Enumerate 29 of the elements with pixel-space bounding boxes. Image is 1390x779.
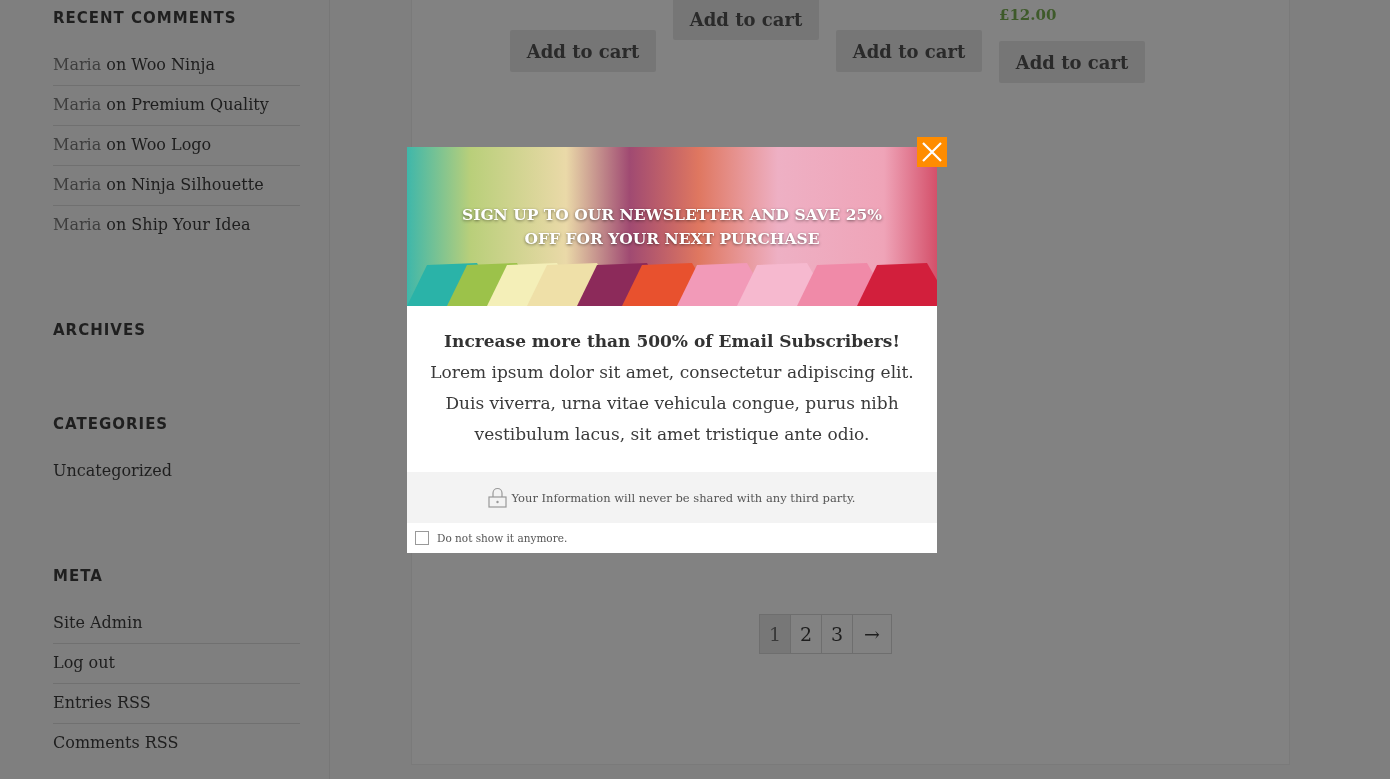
widget-heading: RECENT COMMENTS	[53, 8, 238, 28]
page-link[interactable]: →	[852, 615, 891, 653]
sidebar-link[interactable]: Site Admin	[53, 613, 143, 632]
comment-entry: Maria on Premium Quality	[53, 95, 269, 114]
sidebar-link[interactable]: Uncategorized	[53, 461, 172, 480]
sidebar-link[interactable]: Log out	[53, 653, 115, 672]
add-to-cart-button[interactable]: Add to cart	[510, 30, 656, 72]
comment-entry: Maria on Woo Logo	[53, 135, 212, 154]
privacy-note: Your Information will never be shared with any third party.	[511, 490, 856, 505]
add-to-cart-button[interactable]: Add to cart	[673, 0, 819, 40]
widget-heading: ARCHIVES	[53, 320, 147, 340]
sidebar-link[interactable]: Entries RSS	[53, 693, 151, 712]
sidebar-link[interactable]: Comments RSS	[53, 733, 179, 752]
comment-entry: Maria on Ship Your Idea	[53, 215, 251, 234]
checkbox-label: Do not show it anymore.	[437, 532, 568, 544]
popup-body-text: Increase more than 500% of Email Subscribers! Lorem ipsum dolor sit amet, consectetur adipiscing elit. Duis viverra, urna vitae vehicula congue, purus nibh vestibulum lacus, sit amet tristique ante odio.	[429, 330, 915, 446]
product-price: £12.00	[999, 5, 1057, 26]
add-to-cart-button[interactable]: Add to cart	[999, 41, 1145, 83]
page-link[interactable]: 1	[760, 615, 790, 653]
comment-entry: Maria on Woo Ninja	[53, 55, 215, 74]
page-link[interactable]: 3	[821, 615, 852, 653]
page-link[interactable]: 2	[790, 615, 821, 653]
checkbox[interactable]	[415, 531, 429, 545]
widget-heading: CATEGORIES	[53, 414, 170, 434]
lock-icon	[488, 487, 508, 508]
widget-heading: META	[53, 566, 104, 586]
close-button[interactable]	[917, 137, 947, 167]
comment-entry: Maria on Ninja Silhouette	[53, 175, 264, 194]
add-to-cart-button[interactable]: Add to cart	[836, 30, 982, 72]
